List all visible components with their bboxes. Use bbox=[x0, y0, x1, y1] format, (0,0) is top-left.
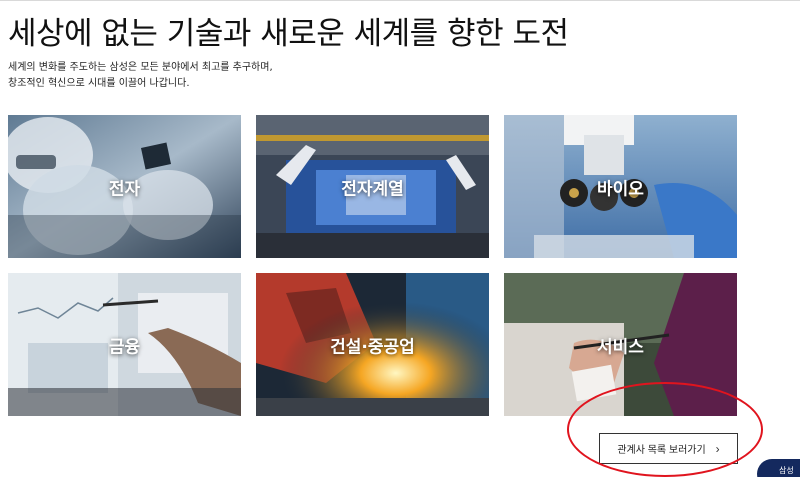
tile-label: 전자 bbox=[108, 179, 141, 199]
tile-construction-heavy-industries[interactable]: 건설·중공업 bbox=[256, 273, 489, 416]
tile-label: 바이오 bbox=[597, 179, 644, 199]
view-affiliates-label: 관계사 목록 보러가기 bbox=[617, 445, 706, 456]
floating-label: 삼성 bbox=[779, 466, 794, 475]
top-divider bbox=[0, 0, 800, 1]
floating-samsung-button[interactable]: 삼성 bbox=[757, 459, 800, 477]
tile-label: 금융 bbox=[108, 337, 141, 357]
tile-electronics[interactable]: 전자 bbox=[8, 115, 241, 258]
tile-electronics-affiliates[interactable]: 전자계열 bbox=[256, 115, 489, 258]
view-affiliates-button[interactable]: 관계사 목록 보러가기 › bbox=[599, 433, 738, 464]
chevron-right-icon: › bbox=[715, 441, 720, 456]
tile-finance[interactable]: 금융 bbox=[8, 273, 241, 416]
page: 세상에 없는 기술과 새로운 세계를 향한 도전 세계의 변화를 주도하는 삼성… bbox=[0, 0, 800, 477]
tile-services[interactable]: 서비스 bbox=[504, 273, 737, 416]
section-description: 세계의 변화를 주도하는 삼성은 모든 분야에서 최고를 추구하며, 창조적인 … bbox=[8, 60, 273, 92]
tile-label: 전자계열 bbox=[341, 179, 404, 199]
tile-bio[interactable]: 바이오 bbox=[504, 115, 737, 258]
section-headline: 세상에 없는 기술과 새로운 세계를 향한 도전 bbox=[8, 16, 569, 52]
tile-label: 서비스 bbox=[597, 337, 644, 357]
description-line: 세계의 변화를 주도하는 삼성은 모든 분야에서 최고를 추구하며, bbox=[8, 62, 273, 73]
description-line: 창조적인 혁신으로 시대를 이끌어 나갑니다. bbox=[8, 78, 190, 89]
tile-label: 건설·중공업 bbox=[330, 337, 415, 357]
